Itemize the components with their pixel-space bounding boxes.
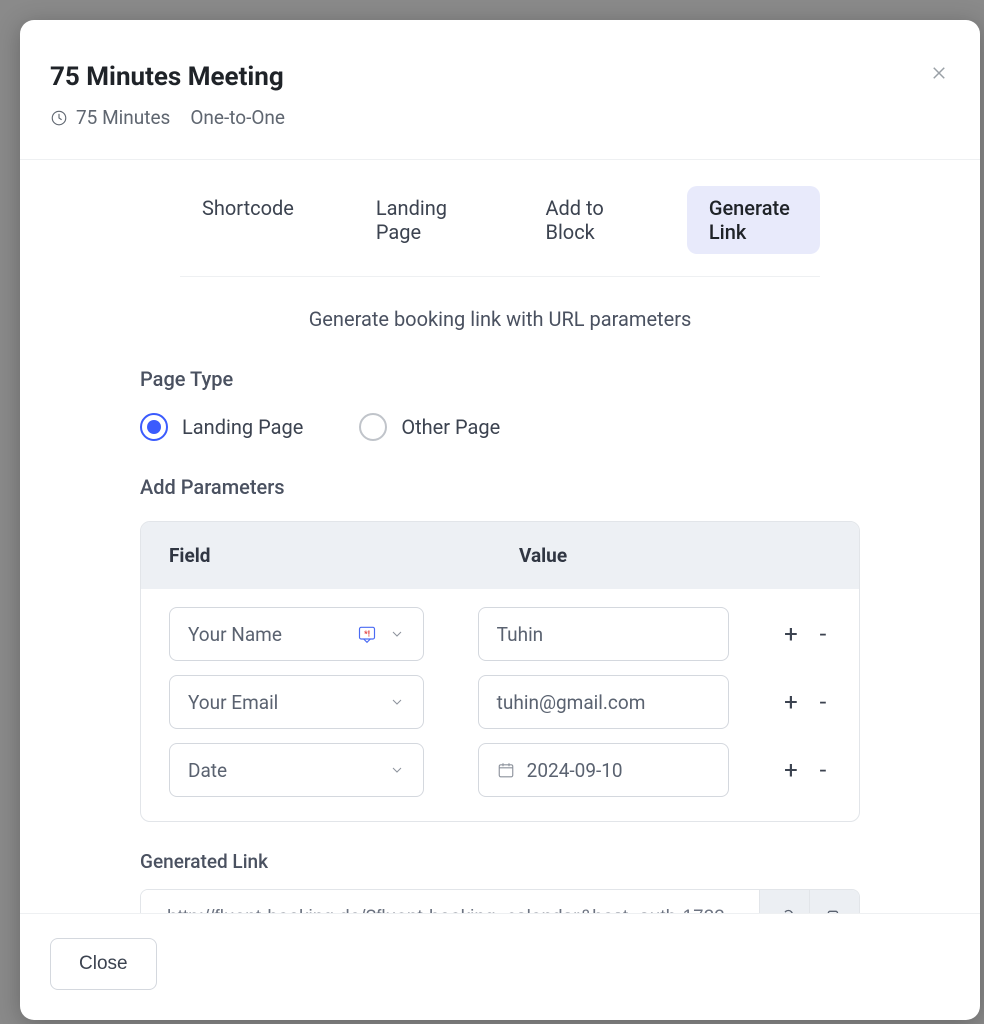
radio-landing-page[interactable]: Landing Page [140, 413, 303, 441]
generated-link-row [140, 889, 860, 913]
tabs: Shortcode Landing Page Add to Block Gene… [180, 160, 820, 277]
generated-link-input[interactable] [141, 890, 759, 913]
meeting-meta: 75 Minutes One-to-One [50, 106, 950, 129]
svg-text:*!: *! [364, 630, 370, 640]
tab-landing-page[interactable]: Landing Page [354, 186, 486, 254]
subtitle: Generate booking link with URL parameter… [140, 307, 860, 331]
select-value: Date [188, 759, 227, 782]
page-type-label: Page Type [140, 367, 860, 391]
value-input[interactable]: tuhin@gmail.com [478, 675, 729, 729]
field-select[interactable]: Date [169, 743, 424, 797]
radio-label: Landing Page [182, 415, 303, 439]
clock-icon [50, 109, 68, 127]
table-row: Your Email tuhin@gmail.com + - [141, 661, 859, 729]
select-value: Your Email [188, 691, 278, 714]
add-parameters-label: Add Parameters [140, 475, 860, 499]
row-controls: + - [783, 756, 831, 784]
page-title: 75 Minutes Meeting [50, 62, 950, 92]
row-controls: + - [783, 620, 831, 648]
remove-row-button[interactable]: - [815, 688, 831, 716]
open-link-button[interactable] [759, 890, 809, 913]
add-row-button[interactable]: + [783, 756, 799, 784]
duration-meta: 75 Minutes [50, 106, 170, 129]
extension-icon: *! [357, 624, 377, 644]
radio-label: Other Page [401, 415, 500, 439]
th-field: Field [169, 544, 519, 567]
table-row: Date 2024-09-10 + [141, 729, 859, 797]
tab-generate-link[interactable]: Generate Link [687, 186, 820, 254]
input-value: Tuhin [497, 623, 544, 646]
copy-link-button[interactable] [809, 890, 859, 913]
add-row-button[interactable]: + [783, 688, 799, 716]
field-select[interactable]: Your Name *! [169, 607, 424, 661]
chevron-down-icon [389, 626, 405, 642]
remove-row-button[interactable]: - [815, 756, 831, 784]
modal-header: 75 Minutes Meeting 75 Minutes One-to-One [20, 20, 980, 160]
add-row-button[interactable]: + [783, 620, 799, 648]
table-row: Your Name *! Tuhin [141, 593, 859, 661]
duration-text: 75 Minutes [76, 106, 170, 129]
radio-icon [359, 413, 387, 441]
chevron-down-icon [389, 694, 405, 710]
value-input[interactable]: Tuhin [478, 607, 729, 661]
input-value: 2024-09-10 [527, 759, 623, 782]
page-type-radios: Landing Page Other Page [140, 413, 860, 441]
modal-footer: Close [20, 913, 980, 1020]
chevron-down-icon [389, 762, 405, 778]
select-value: Your Name [188, 623, 282, 646]
table-body: Your Name *! Tuhin [141, 589, 859, 821]
generated-link-label: Generated Link [140, 850, 860, 873]
meeting-type: One-to-One [190, 106, 285, 129]
close-button[interactable]: Close [50, 938, 157, 990]
radio-other-page[interactable]: Other Page [359, 413, 500, 441]
modal-body: Generate booking link with URL parameter… [20, 277, 980, 913]
radio-icon [140, 413, 168, 441]
tab-shortcode[interactable]: Shortcode [180, 186, 316, 254]
th-value: Value [519, 544, 831, 567]
field-select[interactable]: Your Email [169, 675, 424, 729]
date-input[interactable]: 2024-09-10 [478, 743, 729, 797]
modal: 75 Minutes Meeting 75 Minutes One-to-One… [20, 20, 980, 1020]
input-value: tuhin@gmail.com [497, 691, 646, 714]
calendar-icon [497, 761, 515, 779]
remove-row-button[interactable]: - [815, 620, 831, 648]
close-icon[interactable] [930, 64, 948, 82]
row-controls: + - [783, 688, 831, 716]
table-header: Field Value [141, 522, 859, 589]
parameters-table: Field Value Your Name *! [140, 521, 860, 822]
tab-add-to-block[interactable]: Add to Block [523, 186, 648, 254]
